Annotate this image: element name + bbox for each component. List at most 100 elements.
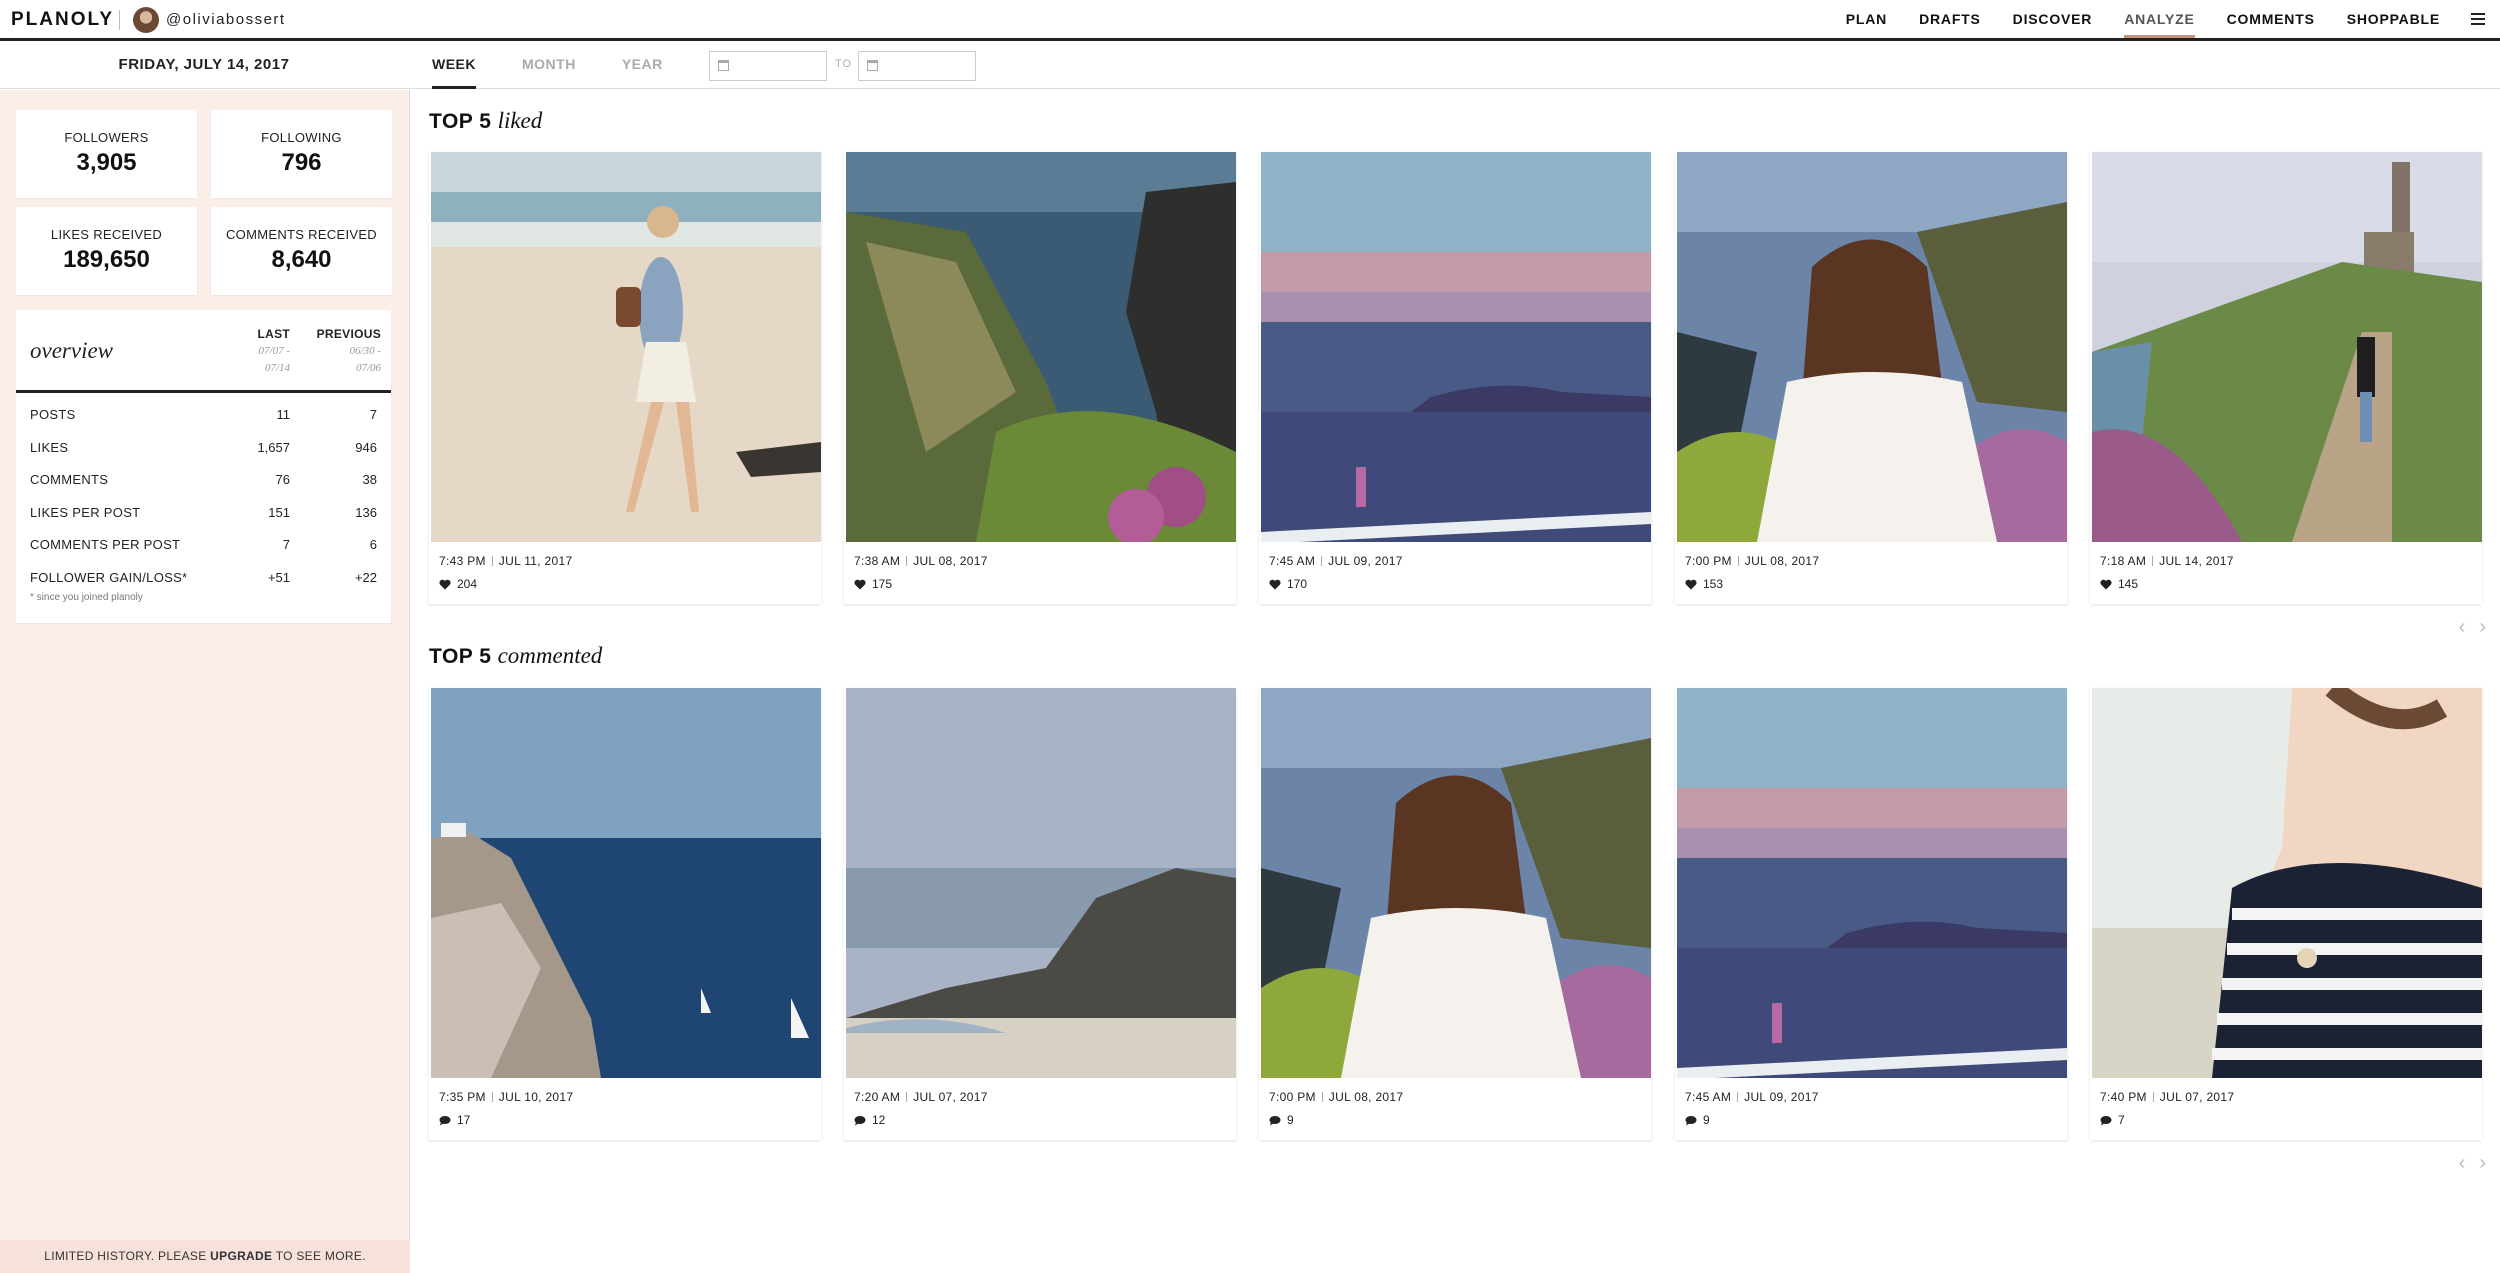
nav-shoppable[interactable]: SHOPPABLE [2331,0,2456,38]
post-card[interactable]: 7:40 PM JUL 07, 2017 7 [2090,688,2482,1140]
tab-year[interactable]: YEAR [622,41,663,89]
from-date-field[interactable] [709,51,827,81]
upgrade-link[interactable]: UPGRADE [210,1249,272,1263]
tab-week[interactable]: WEEK [432,41,476,89]
nav-discover[interactable]: DISCOVER [1997,0,2109,38]
likes-count: 204 [439,577,477,591]
likes-received-label: LIKES RECEIVED [50,227,163,242]
row-last-value: 151 [268,504,290,520]
post-image[interactable] [2092,688,2482,1078]
divider [491,1092,493,1102]
metric-count: 175 [872,577,893,591]
row-label: POSTS [30,407,76,422]
last-period-column: LAST 07/07 - 07/14 [257,327,290,377]
top-commented-pager: ‹ › [2459,1152,2486,1175]
post-card[interactable]: 7:38 AM JUL 08, 2017 175 [844,152,1236,604]
post-card[interactable]: 7:00 PM JUL 08, 2017 153 [1675,152,2067,604]
post-timestamp: 7:00 PM JUL 08, 2017 [1269,1090,1403,1104]
comments-received-value: 8,640 [271,246,332,273]
metric-count: 12 [872,1113,886,1127]
row-previous-value: +22 [354,569,377,585]
post-card[interactable]: 7:45 AM JUL 09, 2017 170 [1259,152,1651,604]
divider [1737,1092,1739,1102]
calendar-icon [867,60,878,71]
last-range-start: 07/07 - [258,345,290,357]
top-navigation-bar: PLANOLY @oliviabossert PLAN DRAFTS DISCO… [0,0,2500,41]
nav-plan[interactable]: PLAN [1830,0,1903,38]
divider [491,556,493,566]
chevron-left-icon[interactable]: ‹ [2459,1152,2466,1175]
post-image[interactable] [431,152,821,542]
post-timestamp: 7:40 PM JUL 07, 2017 [2100,1090,2234,1104]
followers-value: 3,905 [76,149,137,176]
metric-count: 204 [457,577,478,591]
likes-count: 145 [2100,577,2138,591]
row-last-value: 11 [276,407,291,422]
row-last-value: 7 [282,537,290,552]
likes-count: 170 [1269,577,1307,591]
table-row: POSTS 11 7 [16,399,391,432]
top-commented-title-italic: commented [497,643,603,668]
table-row: LIKES 1,657 946 [16,432,391,465]
post-date: JUL 08, 2017 [913,554,988,568]
row-previous-value: 7 [369,407,377,422]
divider [1321,556,1323,566]
chevron-right-icon[interactable]: › [2479,1152,2486,1175]
post-image[interactable] [1677,152,2067,542]
post-date: JUL 10, 2017 [498,1090,574,1104]
post-card[interactable]: 7:00 PM JUL 08, 2017 9 [1259,688,1651,1140]
metric-count: 7 [2118,1113,2125,1127]
upgrade-suffix: TO SEE MORE. [272,1249,366,1263]
post-card[interactable]: 7:35 PM JUL 10, 2017 17 [429,688,821,1140]
chevron-left-icon[interactable]: ‹ [2459,616,2466,639]
post-card[interactable]: 7:43 PM JUL 11, 2017 204 [429,152,821,604]
previous-column-header: PREVIOUS [316,327,381,341]
post-image[interactable] [1677,688,2067,1078]
nav-comments[interactable]: COMMENTS [2211,0,2331,38]
tab-month[interactable]: MONTH [522,41,576,89]
post-date: JUL 14, 2017 [2159,554,2234,568]
divider [906,1092,908,1102]
row-previous-value: 946 [355,439,377,455]
divider [1321,1092,1323,1102]
comment-icon [1685,1115,1697,1125]
nav-analyze[interactable]: ANALYZE [2108,0,2210,38]
post-image[interactable] [431,688,821,1078]
post-card[interactable]: 7:45 AM JUL 09, 2017 9 [1675,688,2067,1140]
post-timestamp: 7:35 PM JUL 10, 2017 [439,1090,573,1104]
username[interactable]: @oliviabossert [166,11,286,28]
post-card[interactable]: 7:18 AM JUL 14, 2017 145 [2090,152,2482,604]
last-range-end: 07/14 [264,362,290,374]
metric-count: 17 [457,1113,471,1127]
calendar-icon [718,60,729,71]
post-image[interactable] [1261,688,1651,1078]
hamburger-menu-icon[interactable] [2456,0,2500,38]
table-row: COMMENTS PER POST 7 6 [16,529,391,562]
following-value: 796 [281,149,322,176]
post-timestamp: 7:45 AM JUL 09, 2017 [1269,554,1403,568]
post-image[interactable] [846,152,1236,542]
heart-icon [439,579,451,589]
avatar[interactable] [133,7,159,33]
nav-drafts[interactable]: DRAFTS [1903,0,1997,38]
heart-icon [854,579,866,589]
post-image[interactable] [846,688,1236,1078]
chevron-right-icon[interactable]: › [2479,616,2486,639]
row-previous-value: 38 [362,472,377,487]
post-image[interactable] [2092,152,2482,542]
to-date-field[interactable] [858,51,976,81]
stats-sidebar: FOLLOWERS 3,905 FOLLOWING 796 LIKES RECE… [0,90,410,1273]
post-image[interactable] [1261,152,1651,542]
divider [2152,556,2154,566]
top-liked-title: TOP 5 liked [429,108,542,134]
top-liked-title-strong: TOP 5 [429,110,492,133]
comment-icon [1269,1115,1281,1125]
post-time: 7:40 PM [2100,1090,2147,1104]
post-card[interactable]: 7:20 AM JUL 07, 2017 12 [844,688,1236,1140]
comments-count: 9 [1685,1113,1710,1127]
planoly-logo[interactable]: PLANOLY [11,9,114,31]
post-date: JUL 11, 2017 [498,554,573,568]
divider [906,556,908,566]
table-row: FOLLOWER GAIN/LOSS* +51 +22 [16,562,391,595]
post-time: 7:00 PM [1269,1090,1316,1104]
